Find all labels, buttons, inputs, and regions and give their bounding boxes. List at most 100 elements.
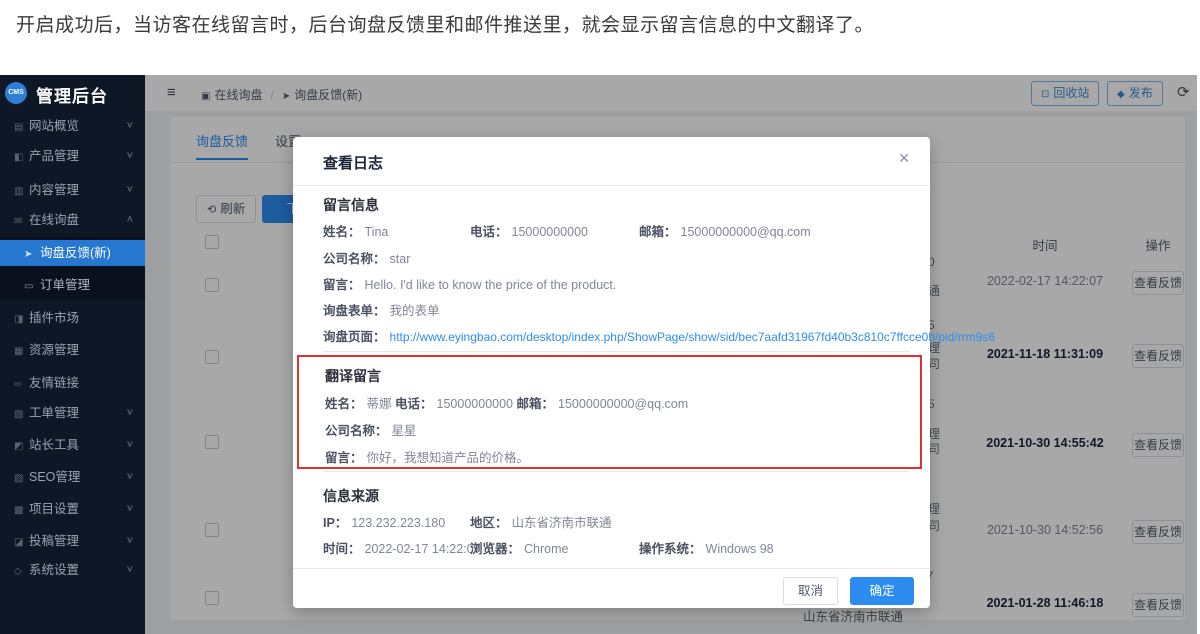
phone-value: 15000000000	[512, 225, 588, 239]
chevron-down-icon: ˅	[127, 493, 133, 525]
browser-label: 浏览器：	[470, 542, 520, 556]
inquiry-page-link[interactable]: http://www.eyingbao.com/desktop/index.ph…	[390, 330, 996, 344]
seo-icon: ▨	[14, 463, 29, 495]
sidebar-item-submission-mgmt[interactable]: ◪投稿管理˅	[0, 525, 145, 557]
name-value: Tina	[365, 225, 389, 239]
project-icon: ▩	[14, 495, 29, 527]
source-row-2: 时间： 2022-02-17 14:22:07 浏览器： Chrome 操作系统： W…	[323, 538, 910, 556]
company-label: 公司名称：	[325, 424, 388, 438]
chevron-up-icon: ˄	[127, 204, 133, 236]
form-label: 询盘表单：	[323, 304, 386, 318]
divider	[323, 351, 910, 352]
inquiry-page-row: 询盘页面：http://www.eyingbao.com/desktop/ind…	[323, 326, 910, 344]
sidebar-item-inquiry-feedback-active[interactable]: ➤询盘反馈(新)	[0, 240, 145, 266]
app-title: 管理后台	[36, 82, 108, 107]
chevron-down-icon: ˅	[127, 174, 133, 206]
region-value: 山东省济南市联通	[512, 516, 612, 530]
cancel-button[interactable]: 取消	[783, 577, 838, 605]
translated-company-row: 公司名称： 星星	[325, 420, 910, 438]
mail-icon: ✉	[14, 206, 29, 238]
os-label: 操作系统：	[639, 542, 702, 556]
paper-plane-icon: ➤	[24, 242, 40, 268]
cms-logo: CMS	[5, 82, 27, 104]
page-caption: 开启成功后，当访客在线留言时，后台询盘反馈里和邮件推送里，就会显示留言信息的中文…	[16, 10, 874, 37]
view-log-modal: 查看日志 ✕ 留言信息 姓名：Tina 电话：15000000000 邮箱：15…	[293, 137, 930, 608]
sidebar-item-online-inquiry[interactable]: ✉在线询盘˄	[0, 204, 145, 236]
email-label: 邮箱：	[639, 225, 677, 239]
chevron-down-icon: ˅	[127, 554, 133, 586]
ticket-icon: ▧	[14, 399, 29, 431]
message-value: 你好，我想知道产品的价格。	[367, 451, 530, 465]
logo-row: CMS 管理后台	[0, 75, 145, 111]
chevron-down-icon: ˅	[127, 110, 133, 142]
message-fields-row: 姓名： Tina 电话： 15000000000 邮箱： 15000000000@qq…	[323, 221, 910, 239]
sidebar-item-resource-mgmt[interactable]: ▦资源管理	[0, 334, 145, 366]
sidebar-item-project-settings[interactable]: ▩项目设置˅	[0, 493, 145, 525]
chevron-down-icon: ˅	[127, 461, 133, 493]
translated-message-highlight-box: 翻译留言 姓名： 蒂娜 电话： 15000000000 邮箱：15000000000…	[297, 355, 922, 469]
section-message-source: 信息来源	[323, 486, 379, 506]
translated-fields-row: 姓名： 蒂娜 电话： 15000000000 邮箱：15000000000@qq.c…	[325, 393, 910, 411]
plugin-icon: ◨	[14, 304, 29, 336]
sidebar-item-system-settings[interactable]: ◇系统设置˅	[0, 554, 145, 586]
os-value: Windows 98	[706, 542, 774, 556]
sidebar-item-plugin-market[interactable]: ◨插件市场	[0, 302, 145, 334]
sidebar-item-content-mgmt[interactable]: ▥内容管理˅	[0, 174, 145, 206]
email-value: 15000000000@qq.com	[558, 397, 688, 411]
phone-label: 电话：	[470, 225, 508, 239]
ip-value: 123.232.223.180	[351, 516, 445, 530]
name-label: 姓名：	[325, 397, 363, 411]
region-label: 地区：	[470, 516, 508, 530]
phone-label: 电话：	[395, 397, 433, 411]
product-icon: ◧	[14, 142, 29, 174]
phone-value: 15000000000	[437, 397, 513, 411]
time-label: 时间：	[323, 542, 361, 556]
company-label: 公司名称：	[323, 252, 386, 266]
sidebar-item-webmaster-tools[interactable]: ◩站长工具˅	[0, 429, 145, 461]
admin-app: 询盘反馈 设置 ⟲刷新 下载 时间 操作 2022-02-17 14:22:07…	[0, 75, 1197, 634]
tools-icon: ◩	[14, 431, 29, 463]
system-icon: ◇	[14, 556, 29, 588]
source-row-1: IP： 123.232.223.180 地区： 山东省济南市联通	[323, 512, 910, 530]
sidebar: CMS 管理后台 ▤网站概览˅ ◧产品管理˅ ▥内容管理˅ ✉在线询盘˄ ➤询盘…	[0, 75, 145, 634]
page-label: 询盘页面：	[323, 330, 386, 344]
chevron-down-icon: ˅	[127, 429, 133, 461]
name-value: 蒂娜	[367, 397, 392, 411]
chevron-down-icon: ˅	[127, 397, 133, 429]
confirm-button[interactable]: 确定	[850, 577, 914, 605]
sidebar-item-seo-mgmt[interactable]: ▨SEO管理˅	[0, 461, 145, 493]
divider	[323, 471, 910, 472]
company-value: star	[390, 252, 411, 266]
ip-label: IP：	[323, 516, 347, 530]
sidebar-item-friend-links[interactable]: ∞友情链接	[0, 367, 145, 399]
message-row: 留言： Hello. I'd like to know the price of …	[323, 274, 910, 292]
resource-icon: ▦	[14, 336, 29, 368]
name-label: 姓名：	[323, 225, 361, 239]
translated-message-row: 留言： 你好，我想知道产品的价格。	[325, 447, 910, 465]
divider	[293, 185, 930, 186]
message-value: Hello. I'd like to know the price of the…	[365, 278, 617, 292]
message-label: 留言：	[323, 278, 361, 292]
company-value: 星星	[392, 424, 417, 438]
sidebar-submenu: ➤询盘反馈(新) ▭订单管理	[0, 237, 145, 300]
sidebar-item-site-overview[interactable]: ▤网站概览˅	[0, 110, 145, 142]
modal-title: 查看日志	[323, 152, 383, 173]
email-label: 邮箱：	[517, 397, 555, 411]
order-icon: ▭	[24, 274, 40, 300]
inquiry-form-row: 询盘表单： 我的表单	[323, 300, 910, 318]
browser-value: Chrome	[524, 542, 568, 556]
form-value: 我的表单	[390, 304, 440, 318]
section-translated-message: 翻译留言	[325, 366, 381, 386]
divider	[293, 568, 930, 569]
company-row: 公司名称： star	[323, 248, 910, 266]
chevron-down-icon: ˅	[127, 525, 133, 557]
time-value: 2022-02-17 14:22:07	[365, 542, 481, 556]
message-label: 留言：	[325, 451, 363, 465]
sidebar-item-ticket-mgmt[interactable]: ▧工单管理˅	[0, 397, 145, 429]
chevron-down-icon: ˅	[127, 140, 133, 172]
section-message-info: 留言信息	[323, 195, 379, 215]
close-icon[interactable]: ✕	[898, 150, 910, 167]
email-value: 15000000000@qq.com	[681, 225, 811, 239]
sidebar-item-order-mgmt[interactable]: ▭订单管理	[0, 272, 145, 298]
sidebar-item-product-mgmt[interactable]: ◧产品管理˅	[0, 140, 145, 172]
